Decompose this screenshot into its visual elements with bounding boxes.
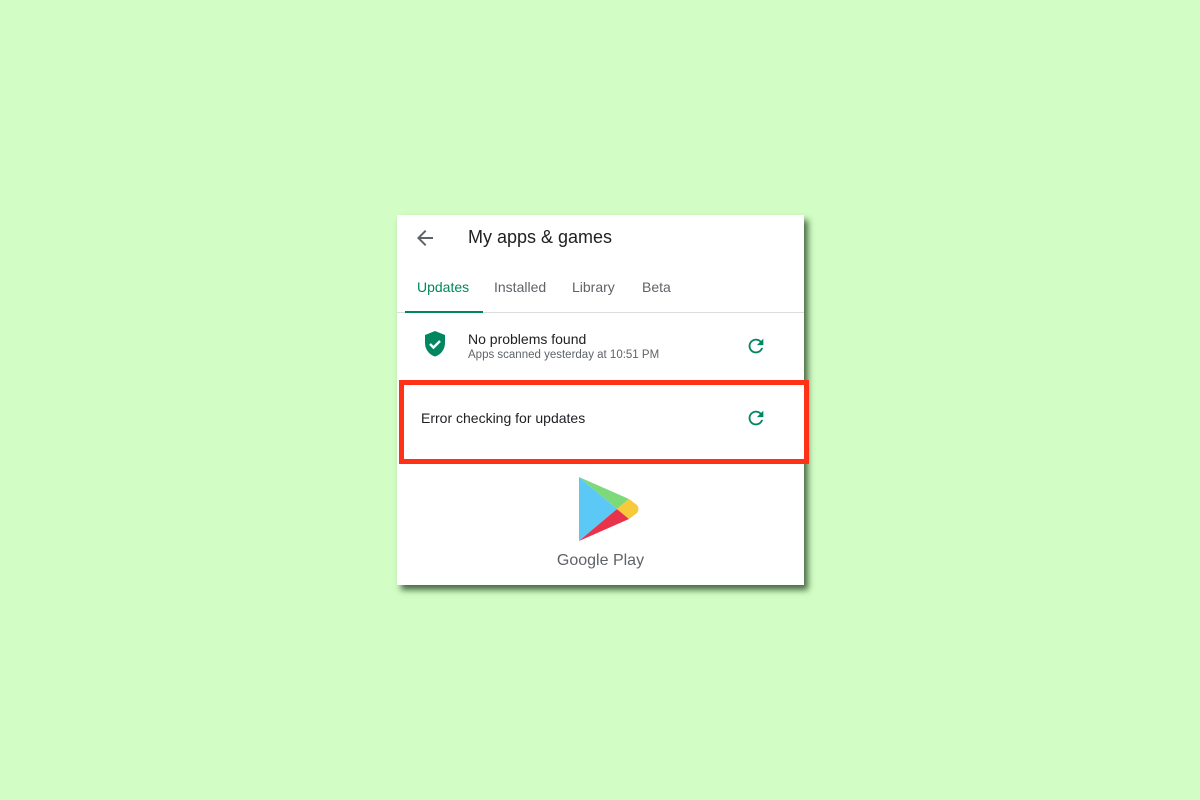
play-protect-row: No problems found Apps scanned yesterday… — [397, 313, 804, 379]
brand-name: Google Play — [556, 552, 645, 569]
app-header: My apps & games — [397, 215, 804, 263]
protect-subtitle: Apps scanned yesterday at 10:51 PM — [468, 349, 660, 361]
shield-check-icon — [425, 331, 445, 357]
tab-beta[interactable]: Beta — [642, 279, 671, 295]
refresh-icon[interactable] — [745, 335, 767, 357]
page-title: My apps & games — [468, 227, 613, 247]
tab-updates[interactable]: Updates — [417, 279, 469, 295]
tab-installed[interactable]: Installed — [494, 279, 546, 295]
tab-bar: Updates Installed Library Beta — [397, 275, 804, 313]
arrow-left-icon[interactable] — [413, 226, 437, 250]
tab-library[interactable]: Library — [572, 279, 615, 295]
google-play-logo-icon — [579, 477, 639, 541]
highlight-box — [399, 380, 809, 464]
protect-title: No problems found — [468, 331, 587, 347]
